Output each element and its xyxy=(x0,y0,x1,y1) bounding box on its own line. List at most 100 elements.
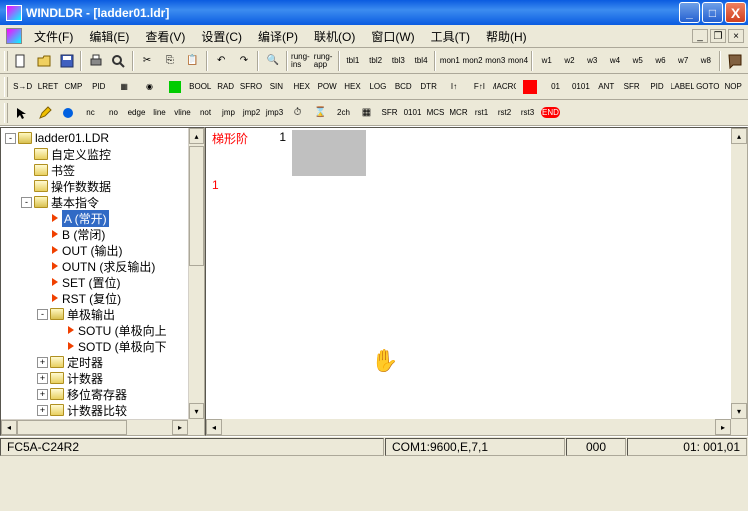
menu-compile[interactable]: 编译(P) xyxy=(250,26,306,47)
tool-SFR[interactable]: SFR xyxy=(378,102,401,124)
expand-icon[interactable]: + xyxy=(37,357,48,368)
expand-icon[interactable]: + xyxy=(37,405,48,416)
tool-PID[interactable]: PID xyxy=(644,76,669,98)
tool-line[interactable]: line xyxy=(148,102,171,124)
scroll-right[interactable]: ▸ xyxy=(172,420,188,435)
mdi-close[interactable]: × xyxy=(728,29,744,43)
tool-LOG[interactable]: LOG xyxy=(365,76,390,98)
tool-SIN[interactable]: SIN xyxy=(264,76,289,98)
tree-item-8[interactable]: SET (置位) xyxy=(3,274,204,290)
tool-HEX[interactable]: HEX xyxy=(289,76,314,98)
tool-MCR[interactable]: MCR xyxy=(447,102,470,124)
tool-blk[interactable]: ▦ xyxy=(111,76,136,98)
tool-BOOL[interactable]: BOOL xyxy=(188,76,213,98)
tool-grn[interactable] xyxy=(162,76,187,98)
tool-F↑I[interactable]: F↑I xyxy=(467,76,492,98)
tool-tbl4[interactable]: tbl4 xyxy=(410,50,433,72)
tool-paste[interactable]: 📋 xyxy=(181,50,204,72)
tree-item-3[interactable]: -基本指令 xyxy=(3,194,204,210)
tool-mon1[interactable]: mon1 xyxy=(438,50,461,72)
tree-item-11[interactable]: SOTU (单极向上 xyxy=(3,322,204,338)
tool-HEX[interactable]: HEX xyxy=(340,76,365,98)
tool-cut[interactable]: ✂ xyxy=(136,50,159,72)
tree-item-15[interactable]: +移位寄存器 xyxy=(3,386,204,402)
scroll-thumb-v[interactable] xyxy=(189,146,204,266)
tool-new[interactable] xyxy=(10,50,33,72)
tree-item-9[interactable]: RST (复位) xyxy=(3,290,204,306)
tool-find[interactable]: 🔍 xyxy=(261,50,284,72)
tool-tbl1[interactable]: tbl1 xyxy=(342,50,365,72)
tree-item-5[interactable]: B (常闭) xyxy=(3,226,204,242)
tree-item-12[interactable]: SOTD (单极向下 xyxy=(3,338,204,354)
editor-scroll-down[interactable]: ▾ xyxy=(731,403,747,419)
tool-01[interactable]: 01 xyxy=(543,76,568,98)
tool-nc[interactable]: nc xyxy=(79,102,102,124)
expand-icon[interactable]: - xyxy=(21,197,32,208)
tool-GOTO[interactable]: GOTO xyxy=(695,76,720,98)
tool-2ch[interactable]: 2ch xyxy=(332,102,355,124)
tool-help[interactable] xyxy=(723,50,746,72)
tool-rst3[interactable]: rst3 xyxy=(516,102,539,124)
tool-blk[interactable]: ▦ xyxy=(355,102,378,124)
tool-w3[interactable]: w3 xyxy=(581,50,604,72)
tool-arrow[interactable] xyxy=(10,102,33,124)
menu-view[interactable]: 查看(V) xyxy=(137,26,193,47)
tool-ANT[interactable]: ANT xyxy=(594,76,619,98)
expand-icon[interactable]: + xyxy=(37,389,48,400)
tool-tbl2[interactable]: tbl2 xyxy=(364,50,387,72)
tool-print[interactable] xyxy=(84,50,107,72)
tool-NOP[interactable]: NOP xyxy=(720,76,745,98)
tool-jmp3[interactable]: jmp3 xyxy=(263,102,286,124)
tool-w7[interactable]: w7 xyxy=(672,50,695,72)
tool-copy[interactable]: ⎘ xyxy=(158,50,181,72)
menu-online[interactable]: 联机(O) xyxy=(306,26,363,47)
tool-w8[interactable]: w8 xyxy=(695,50,718,72)
menu-tools[interactable]: 工具(T) xyxy=(423,26,478,47)
menu-file[interactable]: 文件(F) xyxy=(26,26,81,47)
tool-SFR[interactable]: SFR xyxy=(619,76,644,98)
tool-open[interactable] xyxy=(33,50,56,72)
tool-POW[interactable]: POW xyxy=(314,76,339,98)
tool-I↑[interactable]: I↑ xyxy=(441,76,466,98)
tool-rnd[interactable]: ◉ xyxy=(137,76,162,98)
tree-item-7[interactable]: OUTN (求反输出) xyxy=(3,258,204,274)
tool-CMP[interactable]: CMP xyxy=(61,76,86,98)
tool-S→D[interactable]: S→D xyxy=(10,76,35,98)
tree-item-14[interactable]: +计数器 xyxy=(3,370,204,386)
tree-vscroll[interactable]: ▴ ▾ xyxy=(188,128,204,419)
tree-item-4[interactable]: A (常开) xyxy=(3,210,204,226)
tool-rung-app[interactable]: rung-app xyxy=(313,50,336,72)
tree-item-16[interactable]: +计数器比较 xyxy=(3,402,204,418)
ladder-editor[interactable]: 梯形阶 1 1 ✋ ▴ ▾ ◂ ▸ xyxy=(205,127,748,436)
tool-rung-ins[interactable]: rung-ins xyxy=(290,50,313,72)
tool-rst1[interactable]: rst1 xyxy=(470,102,493,124)
editor-selection[interactable] xyxy=(292,130,366,176)
menu-settings[interactable]: 设置(C) xyxy=(193,26,250,47)
mdi-minimize[interactable]: _ xyxy=(692,29,708,43)
tree-item-10[interactable]: -单极输出 xyxy=(3,306,204,322)
tool-LABEL[interactable]: LABEL xyxy=(670,76,695,98)
editor-scroll-left[interactable]: ◂ xyxy=(206,419,222,435)
scroll-up[interactable]: ▴ xyxy=(189,128,204,144)
menu-edit[interactable]: 编辑(E) xyxy=(81,26,137,47)
tree-item-0[interactable]: 自定义监控 xyxy=(3,146,204,162)
expand-icon[interactable]: - xyxy=(37,309,48,320)
editor-hscroll[interactable]: ◂ ▸ xyxy=(206,419,731,435)
tree-item-1[interactable]: 书签 xyxy=(3,162,204,178)
tree-root-node[interactable]: -ladder01.LDR xyxy=(3,130,204,146)
tool-0101[interactable]: 0101 xyxy=(568,76,593,98)
tool-w6[interactable]: w6 xyxy=(649,50,672,72)
tool-mon3[interactable]: mon3 xyxy=(484,50,507,72)
tool-rst2[interactable]: rst2 xyxy=(493,102,516,124)
menu-help[interactable]: 帮助(H) xyxy=(478,26,535,47)
tool-not[interactable]: not xyxy=(194,102,217,124)
tree-item-2[interactable]: 操作数数据 xyxy=(3,178,204,194)
tool-hour[interactable]: ⌛ xyxy=(309,102,332,124)
tool-jmp2[interactable]: jmp2 xyxy=(240,102,263,124)
tool-w4[interactable]: w4 xyxy=(604,50,627,72)
tool-w2[interactable]: w2 xyxy=(558,50,581,72)
tool-edge[interactable]: edge xyxy=(125,102,148,124)
menu-window[interactable]: 窗口(W) xyxy=(363,26,422,47)
scroll-thumb-h[interactable] xyxy=(17,420,127,435)
scroll-left[interactable]: ◂ xyxy=(1,420,17,435)
